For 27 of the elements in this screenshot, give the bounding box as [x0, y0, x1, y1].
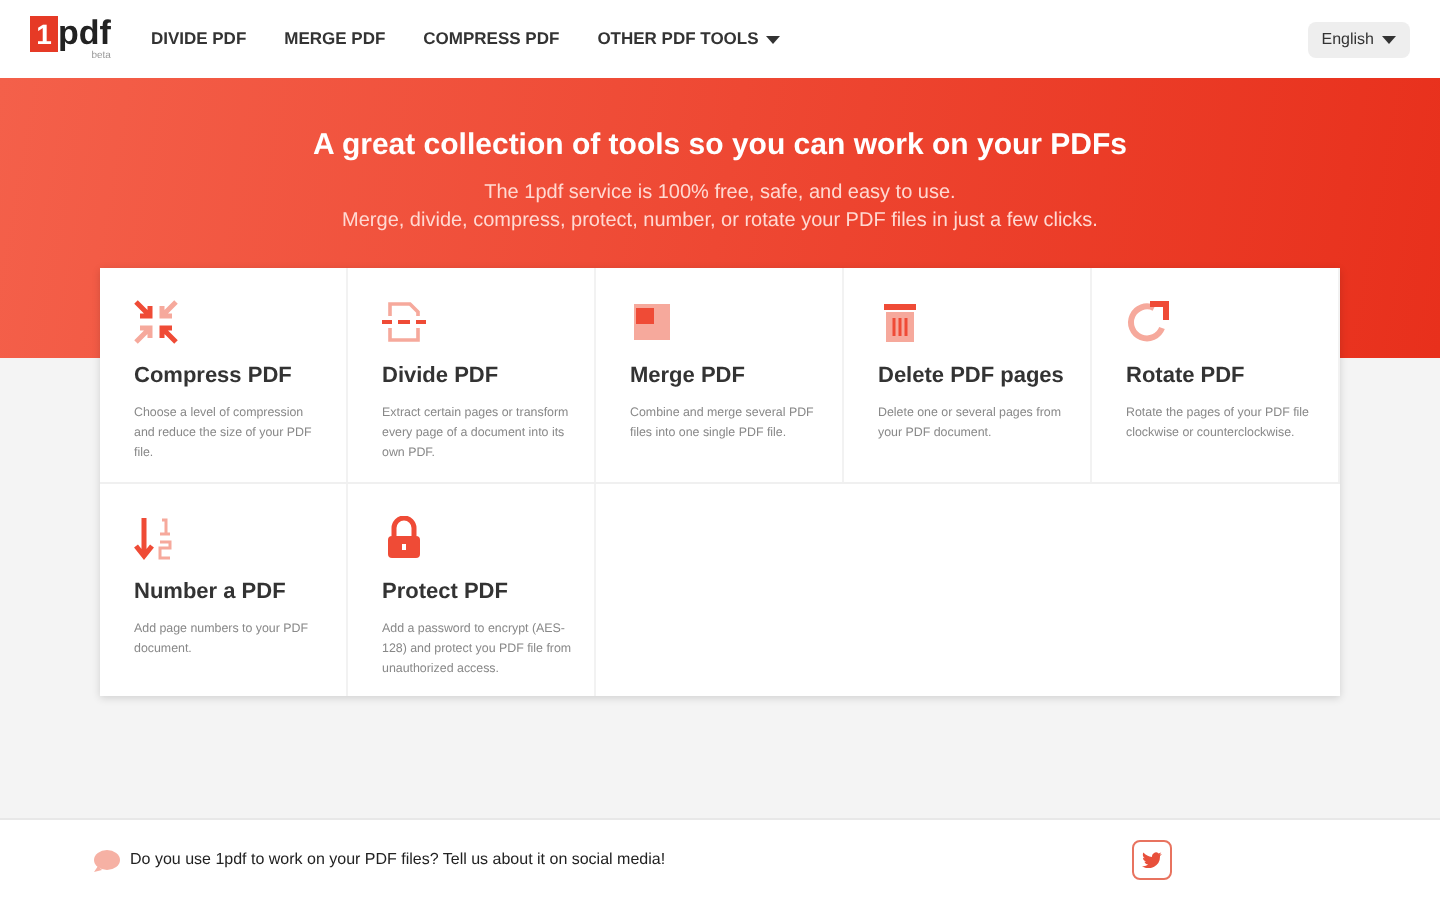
trash-icon [878, 300, 922, 344]
chat-bubble-icon [94, 849, 120, 871]
caret-icon [1382, 35, 1396, 43]
tool-title: Compress PDF [134, 362, 294, 392]
sort-numbers-icon [134, 516, 178, 560]
nav-link[interactable]: DIVIDE PDF [150, 26, 247, 52]
tool-title: Divide PDF [382, 362, 501, 392]
merge-pages-icon [630, 300, 674, 344]
padlock-icon [382, 516, 426, 560]
nav-link[interactable]: MERGE PDF [284, 26, 386, 52]
tool-title: Delete PDF pages [878, 362, 1066, 392]
tool-title: Merge PDF [630, 362, 747, 392]
language-dropdown[interactable]: English [1307, 21, 1410, 57]
nav-link[interactable]: OTHER PDF TOOLS [597, 26, 781, 52]
compress-arrows-icon [134, 300, 178, 344]
split-page-icon [382, 300, 426, 344]
footer-text: Do you use 1pdf to work on your PDF files? Tell us about it on social media! [130, 848, 666, 872]
hero-subtitle: Merge, divide, compress, protect, number, or rotate your PDF files in just a few clicks. [342, 207, 1098, 235]
hero-subtitle: The 1pdf service is 100% free, safe, and easy to use. [484, 179, 956, 207]
tool-title: Protect PDF [382, 578, 510, 608]
tool-title: Rotate PDF [1126, 362, 1247, 392]
tool-title: Number a PDF [134, 578, 288, 608]
twitter-button[interactable] [1132, 840, 1172, 880]
rotate-icon [1126, 300, 1170, 344]
bird-icon [1142, 852, 1162, 868]
hero-title: A great collection of tools so you can work on your PDFs [313, 126, 1127, 166]
nav-link[interactable]: COMPRESS PDF [423, 26, 560, 52]
